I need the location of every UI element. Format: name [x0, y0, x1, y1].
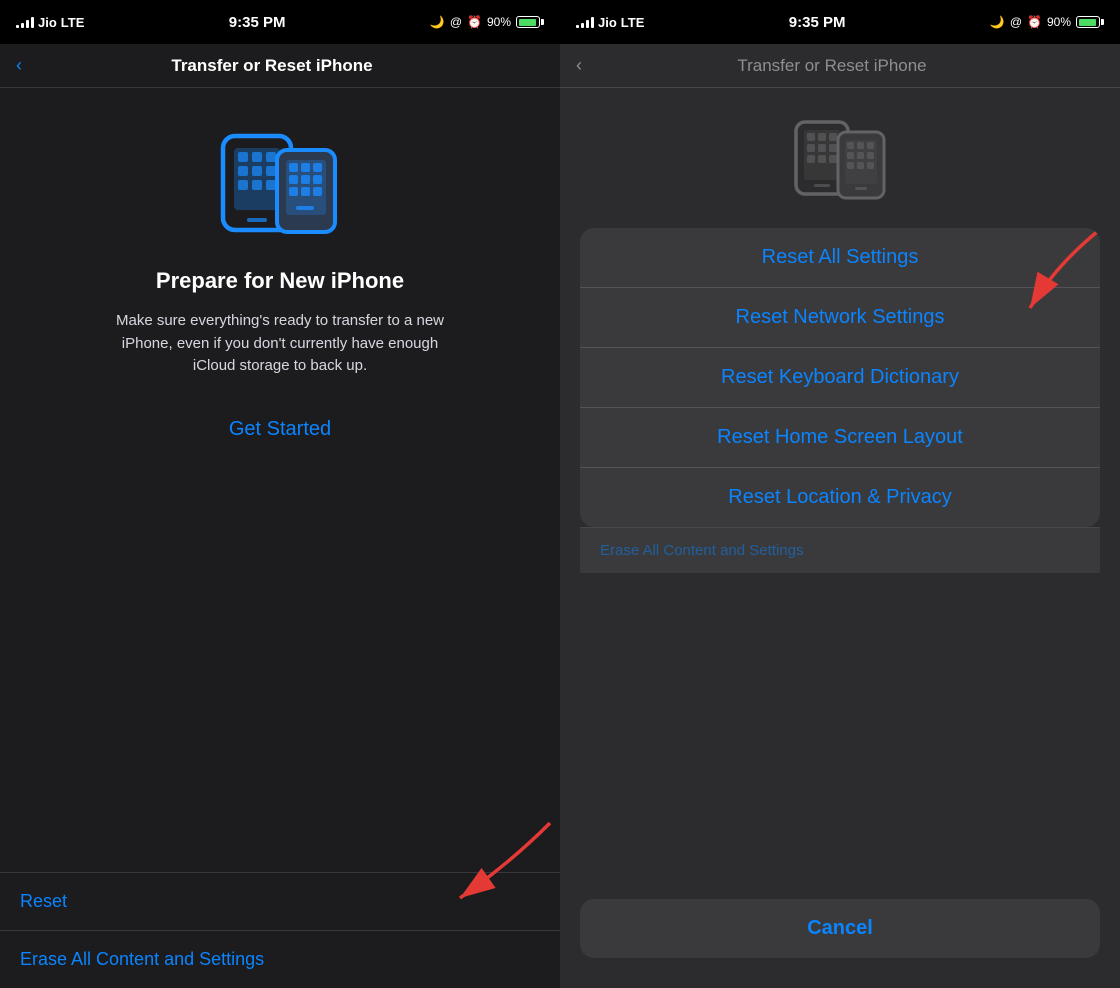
- left-panel: Jio LTE 9:35 PM 🌙 @ ⏰ 90% ‹ Transfer or …: [0, 0, 560, 988]
- battery-icon: [516, 16, 544, 28]
- right-erase-row[interactable]: Erase All Content and Settings: [580, 527, 1100, 573]
- right-alarm-icon: ⏰: [1027, 15, 1042, 29]
- cancel-button[interactable]: Cancel: [580, 899, 1100, 958]
- reset-home-screen-layout-label: Reset Home Screen Layout: [717, 426, 963, 449]
- right-status-right: 🌙 @ ⏰ 90%: [990, 15, 1104, 29]
- cancel-button-container: Cancel: [560, 887, 1120, 988]
- reset-all-settings-item[interactable]: Reset All Settings: [580, 228, 1100, 288]
- right-status-left: Jio LTE: [576, 15, 644, 30]
- left-bottom-section: Reset Erase All Content and Settings: [0, 872, 560, 988]
- left-status-bar: Jio LTE 9:35 PM 🌙 @ ⏰ 90%: [0, 0, 560, 44]
- reset-home-screen-layout-item[interactable]: Reset Home Screen Layout: [580, 408, 1100, 468]
- transfer-icon: [215, 118, 345, 248]
- signal-bars-icon: [16, 16, 34, 28]
- at-icon: @: [450, 15, 462, 29]
- reset-row[interactable]: Reset: [0, 873, 560, 931]
- alarm-icon: ⏰: [467, 15, 482, 29]
- reset-network-settings-item[interactable]: Reset Network Settings: [580, 288, 1100, 348]
- reset-keyboard-dictionary-item[interactable]: Reset Keyboard Dictionary: [580, 348, 1100, 408]
- right-signal-bars-icon: [576, 16, 594, 28]
- carrier-label: Jio: [38, 15, 57, 30]
- right-erase-label[interactable]: Erase All Content and Settings: [600, 542, 803, 559]
- right-content: Reset All Settings Reset Network Setting…: [560, 88, 1120, 887]
- erase-row[interactable]: Erase All Content and Settings: [0, 931, 560, 988]
- reset-all-settings-label: Reset All Settings: [762, 246, 919, 269]
- right-time: 9:35 PM: [789, 14, 846, 31]
- battery-percent: 90%: [487, 15, 511, 29]
- right-at-icon: @: [1010, 15, 1022, 29]
- left-content: Prepare for New iPhone Make sure everyth…: [0, 88, 560, 872]
- left-nav-bar: ‹ Transfer or Reset iPhone: [0, 44, 560, 88]
- left-time: 9:35 PM: [229, 14, 286, 31]
- left-status-right: 🌙 @ ⏰ 90%: [430, 15, 544, 29]
- prepare-description: Make sure everything's ready to transfer…: [110, 310, 450, 378]
- reset-keyboard-dictionary-label: Reset Keyboard Dictionary: [721, 366, 959, 389]
- reset-location-privacy-item[interactable]: Reset Location & Privacy: [580, 468, 1100, 527]
- get-started-button[interactable]: Get Started: [219, 408, 341, 451]
- left-status-left: Jio LTE: [16, 15, 84, 30]
- moon-icon: 🌙: [430, 15, 445, 29]
- reset-label[interactable]: Reset: [20, 891, 67, 912]
- reset-location-privacy-label: Reset Location & Privacy: [728, 486, 951, 509]
- right-network-label: LTE: [621, 15, 645, 30]
- right-battery-icon: [1076, 16, 1104, 28]
- reset-options-sheet: Reset All Settings Reset Network Setting…: [580, 228, 1100, 527]
- network-label: LTE: [61, 15, 85, 30]
- left-back-button[interactable]: ‹: [16, 55, 22, 76]
- erase-label[interactable]: Erase All Content and Settings: [20, 949, 264, 970]
- right-carrier-label: Jio: [598, 15, 617, 30]
- right-nav-title: Transfer or Reset iPhone: [590, 56, 1074, 76]
- reset-network-settings-label: Reset Network Settings: [736, 306, 945, 329]
- right-panel: Jio LTE 9:35 PM 🌙 @ ⏰ 90% ‹ Transfer or …: [560, 0, 1120, 988]
- prepare-title: Prepare for New iPhone: [156, 268, 404, 294]
- right-moon-icon: 🌙: [990, 15, 1005, 29]
- phones-gray-icon: [790, 108, 890, 208]
- right-nav-bar: ‹ Transfer or Reset iPhone: [560, 44, 1120, 88]
- right-battery-percent: 90%: [1047, 15, 1071, 29]
- left-nav-title: Transfer or Reset iPhone: [30, 56, 514, 76]
- right-status-bar: Jio LTE 9:35 PM 🌙 @ ⏰ 90%: [560, 0, 1120, 44]
- right-back-button[interactable]: ‹: [576, 55, 582, 76]
